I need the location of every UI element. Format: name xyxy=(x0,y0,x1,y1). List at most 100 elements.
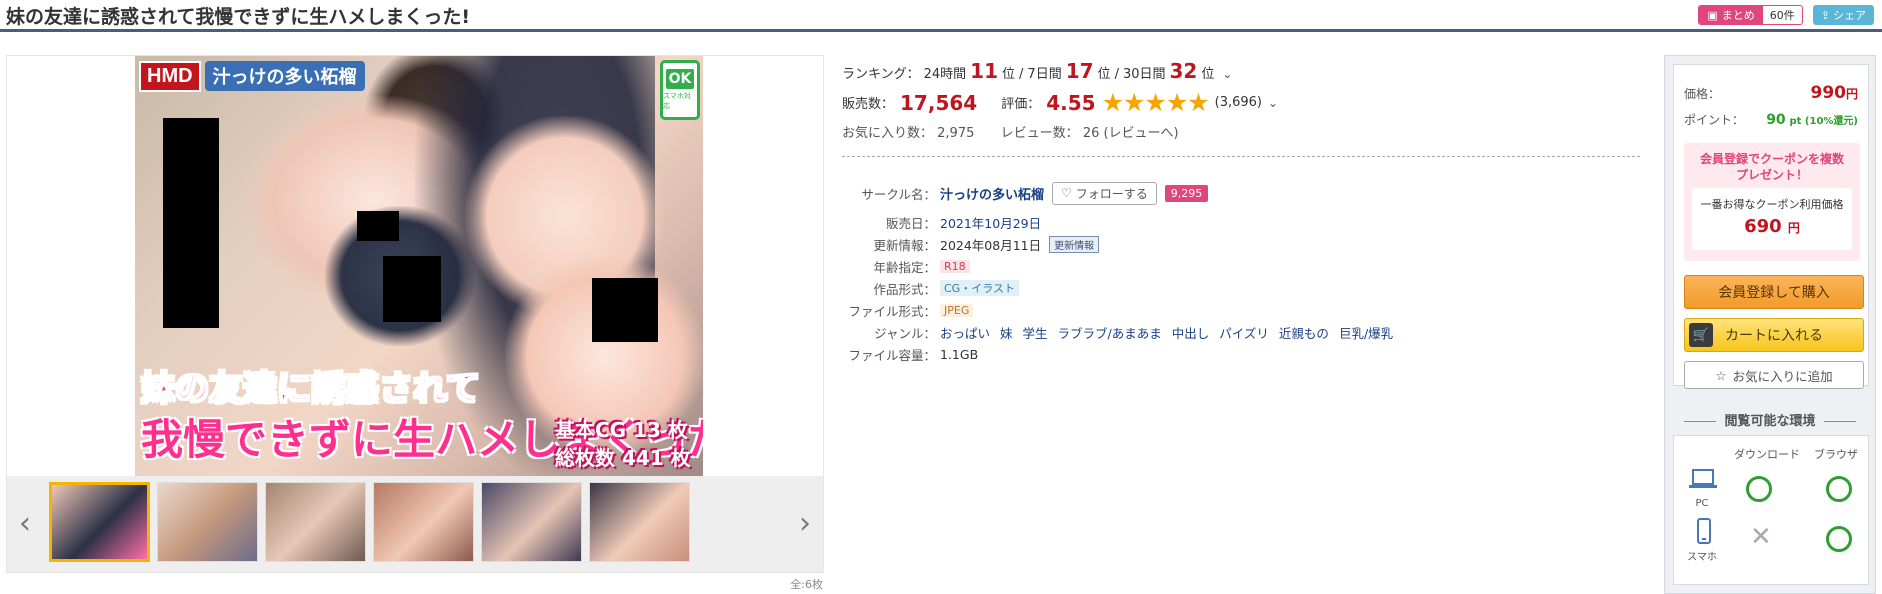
chevron-right-icon[interactable]: › xyxy=(799,506,811,541)
age-rating-badge: R18 xyxy=(940,259,970,273)
genre-link[interactable]: 中出し xyxy=(1172,323,1210,342)
rank-30d: 32 xyxy=(1169,59,1198,83)
spec-filesize: ファイル容量： 1.1GB xyxy=(848,346,979,363)
price-value: 990 xyxy=(1810,83,1846,103)
follow-button[interactable]: ♡ フォローする xyxy=(1052,181,1157,205)
chevron-left-icon[interactable]: ‹ xyxy=(19,506,31,541)
file-format-badge[interactable]: JPEG xyxy=(940,303,974,317)
thumbnail[interactable] xyxy=(481,482,582,562)
ok-circle-icon xyxy=(1826,526,1852,552)
laptop-icon xyxy=(1688,468,1718,488)
release-date-link[interactable]: 2021年10月29日 xyxy=(940,213,1041,232)
censor-bar xyxy=(383,256,441,322)
thumbnail[interactable] xyxy=(265,482,366,562)
brand-circle: 汁っけの多い柘榴 xyxy=(204,61,365,91)
spec-release: 販売日： 2021年10月29日 xyxy=(842,211,1642,233)
spec-filetype: ファイル形式： JPEG xyxy=(842,299,1642,321)
spec-table: サークル名： 汁っけの多い柘榴 ♡ フォローする 9,295 販売日： 2021… xyxy=(842,175,1642,365)
work-format-badge[interactable]: CG・イラスト xyxy=(940,280,1019,296)
page-title: 妹の友達に誘惑されて我慢できずに生ハメしまくった! xyxy=(6,6,471,28)
price-box: 価格： 990円 ポイント： 90 pt (10%還元) 会員登録でクーポンを複… xyxy=(1673,64,1869,389)
register-and-buy-button[interactable]: 会員登録して購入 xyxy=(1684,275,1864,309)
circle-name-link[interactable]: 汁っけの多い柘榴 xyxy=(940,184,1044,203)
spec-genre: ジャンル： おっぱい 妹 学生 ラブラブ/あまあま 中出し パイズリ 近親もの … xyxy=(842,321,1642,343)
file-size: 1.1GB xyxy=(940,346,979,362)
rating-count[interactable]: (3,696) xyxy=(1215,95,1262,110)
genre-link[interactable]: パイズリ xyxy=(1219,323,1269,342)
cart-icon: 🛒 xyxy=(1689,323,1713,347)
divider xyxy=(842,156,1640,157)
genre-link[interactable]: 学生 xyxy=(1023,323,1048,342)
genre-link[interactable]: 巨乳/爆乳 xyxy=(1339,323,1393,342)
thumbnail-bar: ‹ › xyxy=(7,476,823,572)
env-col-browser: ブラウザ xyxy=(1814,448,1858,461)
reviews-link[interactable]: 26 (レビューへ) xyxy=(1083,126,1179,141)
chevron-down-icon[interactable]: ⌄ xyxy=(1268,96,1278,110)
coupon-price-box: 一番お得なクーポン利用価格 690 円 xyxy=(1692,188,1852,250)
env-sp-label: スマホ xyxy=(1687,552,1717,563)
rank-24h: 11 xyxy=(970,59,999,83)
header-actions: ▣ まとめ 60件 ⇪ シェア xyxy=(1698,5,1874,25)
spec-update: 更新情報： 2024年08月11日 更新情報 xyxy=(842,233,1642,255)
price-row: 価格： 990円 xyxy=(1684,83,1858,103)
point-value: 90 xyxy=(1766,112,1786,128)
share-button[interactable]: ⇪ シェア xyxy=(1812,5,1874,25)
matome-label: ▣ まとめ xyxy=(1699,6,1763,24)
environment-title: 閲覧可能な環境 xyxy=(1665,410,1875,429)
update-date: 2024年08月11日 xyxy=(940,237,1042,253)
thumbnail[interactable] xyxy=(49,482,150,562)
stats-row: お気に入り数： 2,975 レビュー数： 26 (レビューへ) xyxy=(842,126,1179,141)
sales-row: 販売数： 17,564 評価： 4.55 ★★★★★ (3,696) ⌄ xyxy=(842,88,1279,117)
promo-title-line1: 妹の友達に誘惑されて xyxy=(140,368,480,410)
image-total-count: 全:6枚 xyxy=(790,578,823,591)
matome-count: 60件 xyxy=(1762,7,1802,23)
genre-link[interactable]: 妹 xyxy=(1000,323,1013,342)
rank-7d: 17 xyxy=(1065,59,1094,83)
not-available-icon: ✕ xyxy=(1750,522,1772,552)
ranking-row: ランキング： 24時間 11 位 / 7日間 17 位 / 30日間 32 位 … xyxy=(842,59,1233,83)
coupon-price: 690 xyxy=(1744,216,1782,237)
product-gallery: HMD 汁っけの多い柘榴 OK スマホ対応 妹の友達に誘惑されて 我慢できずに生… xyxy=(6,55,824,591)
genre-link[interactable]: 近親もの xyxy=(1279,323,1329,342)
promo-counts: 基本CG 13 枚 総枚数 441 枚 xyxy=(555,418,691,470)
thumbnail[interactable] xyxy=(373,482,474,562)
genre-link[interactable]: おっぱい xyxy=(940,323,990,342)
add-to-favorites-button[interactable]: ☆ お気に入りに追加 xyxy=(1684,361,1864,389)
sales-count: 17,564 xyxy=(900,90,978,115)
thumbnail[interactable] xyxy=(589,482,690,562)
ok-circle-icon xyxy=(1826,476,1852,502)
brand-logo: HMD 汁っけの多い柘榴 xyxy=(139,58,369,94)
censor-bar xyxy=(357,211,399,241)
spec-format: 作品形式： CG・イラスト xyxy=(842,277,1642,299)
genre-link[interactable]: ラブラブ/あまあま xyxy=(1058,323,1162,342)
main-product-image[interactable]: HMD 汁っけの多い柘榴 OK スマホ対応 妹の友達に誘惑されて 我慢できずに生… xyxy=(135,56,703,476)
spec-age: 年齢指定： R18 xyxy=(842,255,1642,277)
env-pc-label: PC xyxy=(1695,498,1709,509)
heart-icon: ♡ xyxy=(1061,186,1072,200)
favorites-count: 2,975 xyxy=(937,126,975,141)
add-to-cart-button[interactable]: 🛒 カートに入れる xyxy=(1684,318,1864,352)
thumbnail[interactable] xyxy=(157,482,258,562)
coupon-box: 会員登録でクーポンを複数 プレゼント！ 一番お得なクーポン利用価格 690 円 xyxy=(1684,143,1860,261)
coupon-title: 会員登録でクーポンを複数 プレゼント！ xyxy=(1699,152,1844,182)
thumbnail-list xyxy=(49,482,690,562)
spec-circle: サークル名： 汁っけの多い柘榴 ♡ フォローする 9,295 xyxy=(842,175,1642,211)
update-info-tag[interactable]: 更新情報 xyxy=(1049,235,1100,253)
title-bar: 妹の友達に誘惑されて我慢できずに生ハメしまくった! ▣ まとめ 60件 ⇪ シェ… xyxy=(0,0,1882,32)
purchase-sidebar: 価格： 990円 ポイント： 90 pt (10%還元) 会員登録でクーポンを複… xyxy=(1664,55,1876,594)
star-rating-icon: ★★★★★ xyxy=(1101,88,1210,117)
censor-bar xyxy=(592,278,658,342)
ok-circle-icon xyxy=(1746,476,1772,502)
chevron-down-icon[interactable]: ⌄ xyxy=(1222,67,1232,81)
matome-button[interactable]: ▣ まとめ 60件 xyxy=(1698,5,1803,25)
censor-bar xyxy=(163,118,219,328)
env-col-download: ダウンロード xyxy=(1734,448,1800,461)
environment-box: ダウンロード ブラウザ PC スマホ ✕ xyxy=(1673,435,1869,585)
brand-hmd: HMD xyxy=(139,60,201,92)
point-row: ポイント： 90 pt (10%還元) xyxy=(1684,112,1858,128)
follower-count: 9,295 xyxy=(1164,184,1209,202)
matome-icon: ▣ xyxy=(1707,8,1718,22)
share-icon: ⇪ xyxy=(1820,8,1830,22)
star-outline-icon: ☆ xyxy=(1715,367,1727,383)
smartphone-icon xyxy=(1696,518,1712,548)
